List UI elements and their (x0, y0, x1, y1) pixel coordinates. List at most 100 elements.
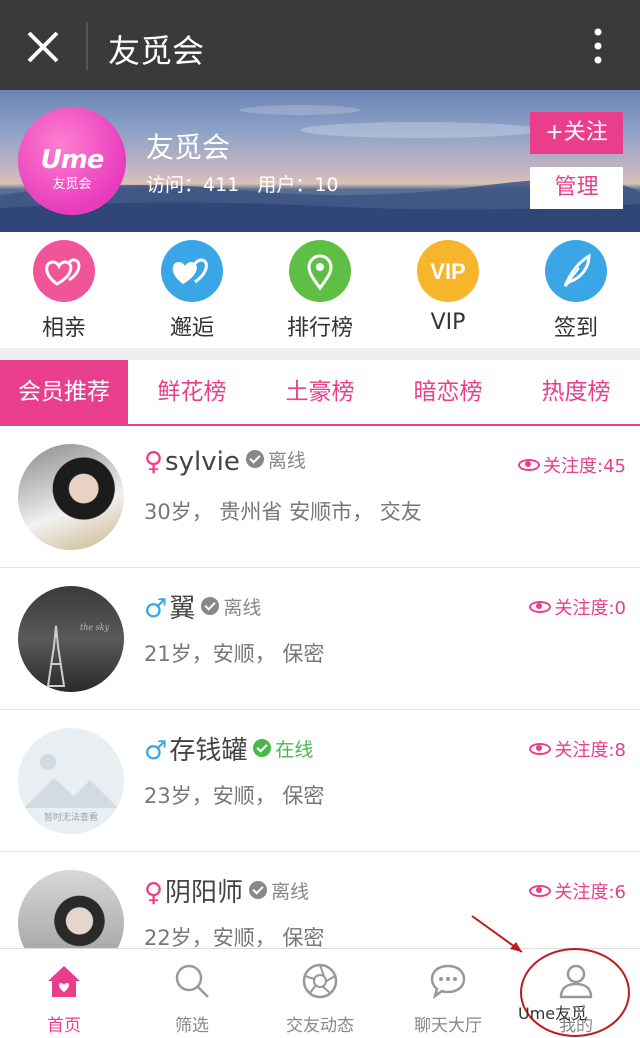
status-badge: 离线 (271, 881, 310, 903)
location-pin-icon (289, 240, 351, 302)
attention-label: 关注度:6 (554, 882, 626, 903)
tab-rich-ranking[interactable]: 土豪榜 (256, 360, 384, 424)
nav-filter[interactable]: 筛选 (128, 949, 256, 1038)
feather-icon (545, 240, 607, 302)
feature-matchmaking[interactable]: 相亲 (0, 240, 128, 342)
tab-flower-ranking[interactable]: 鲜花榜 (128, 360, 256, 424)
feature-label: 排行榜 (286, 316, 353, 341)
logo-subtext: 友觅会 (52, 177, 92, 192)
feature-ranking[interactable]: 排行榜 (256, 240, 384, 342)
heart-double-icon (33, 240, 95, 302)
top-bar: 友觅会 (0, 0, 640, 90)
avatar: 暂时无法查看 (18, 728, 124, 834)
close-icon[interactable] (26, 30, 60, 64)
search-icon (175, 964, 209, 998)
feature-vip[interactable]: VIP VIP (384, 240, 512, 335)
vip-icon: VIP (417, 240, 479, 302)
nav-label: 首页 (47, 1016, 81, 1036)
female-icon: ♀ (144, 447, 164, 477)
member-name-line: ♂翼 离线 (144, 588, 261, 625)
annotation-arrow-icon (471, 915, 523, 953)
nav-home[interactable]: 首页 (0, 949, 128, 1038)
list-item[interactable]: the sky ♂翼 离线 21岁，安顺， 保密 关注度:0 (0, 568, 640, 710)
attention-label: 关注度:0 (554, 598, 626, 619)
divider (86, 22, 88, 70)
logo-text: Ume (40, 145, 105, 175)
avatar-placeholder-text: 暂时无法查看 (44, 811, 98, 823)
member-info: 22岁，安顺， 保密 (144, 926, 325, 948)
feature-checkin[interactable]: 签到 (512, 240, 640, 342)
attention-label: 关注度:8 (554, 740, 626, 761)
member-name: 翼 (169, 594, 196, 624)
feature-row: 相亲 邂逅 排行榜 VIP VIP 签到 (0, 232, 640, 348)
member-info: 23岁，安顺， 保密 (144, 784, 325, 808)
status-badge: 离线 (223, 597, 262, 619)
page-title: 友觅会 (108, 32, 205, 70)
eye-icon (518, 459, 541, 471)
visit-count: 访问：411 (146, 174, 240, 196)
nav-chat[interactable]: 聊天大厅 (384, 949, 512, 1038)
image-placeholder-icon: 暂时无法查看 (24, 754, 118, 823)
feature-encounter[interactable]: 邂逅 (128, 240, 256, 342)
member-name-line: ♂存钱罐 在线 (144, 730, 313, 767)
status-badge: 在线 (275, 739, 314, 761)
status-badge: 离线 (267, 450, 306, 472)
feature-label: VIP (430, 310, 466, 335)
aperture-icon (302, 963, 338, 999)
nav-label: 筛选 (175, 1016, 209, 1036)
section-divider (0, 348, 640, 360)
member-list: ♀sylvie 离线 30岁， 贵州省 安顺市， 交友 关注度:45 the sk… (0, 426, 640, 948)
list-item[interactable]: 暂时无法查看 ♂存钱罐 在线 23岁，安顺， 保密 关注度:8 (0, 710, 640, 852)
member-name-line: ♀阴阳师 离线 (144, 872, 309, 909)
watermark: Ume友觅 (518, 1004, 588, 1023)
member-name: 存钱罐 (169, 736, 248, 766)
tab-popularity-ranking[interactable]: 热度榜 (512, 360, 640, 424)
nav-label: 交友动态 (286, 1016, 354, 1036)
heart-double-icon (161, 240, 223, 302)
svg-text:the sky: the sky (80, 623, 110, 632)
avatar (18, 444, 124, 550)
female-icon: ♀ (144, 878, 164, 908)
feature-label: 签到 (553, 316, 598, 341)
eye-icon (529, 601, 552, 613)
check-icon (249, 881, 268, 899)
home-icon (48, 966, 80, 997)
list-item[interactable]: ♀阴阳师 离线 22岁，安顺， 保密 关注度:6 (0, 852, 640, 948)
avatar (18, 870, 124, 948)
member-name: sylvie (165, 447, 240, 477)
check-icon (245, 450, 264, 468)
attention-count: 关注度:45 (518, 452, 626, 478)
attention-count: 关注度:8 (529, 736, 626, 762)
male-icon: ♂ (144, 736, 168, 766)
member-info: 30岁， 贵州省 安顺市， 交友 (144, 500, 422, 524)
check-icon (253, 739, 272, 757)
manage-button[interactable]: 管理 (530, 167, 623, 209)
svg-text:VIP: VIP (430, 259, 465, 284)
eye-icon (529, 885, 552, 897)
tab-member-recommend[interactable]: 会员推荐 (0, 360, 128, 424)
feature-label: 相亲 (41, 316, 86, 341)
nav-label: 聊天大厅 (414, 1016, 482, 1036)
profile-banner: Ume 友觅会 友觅会 访问：411 用户：10 +关注 管理 (0, 90, 640, 232)
attention-count: 关注度:0 (529, 594, 626, 620)
member-name-line: ♀sylvie 离线 (144, 446, 306, 477)
nav-feed[interactable]: 交友动态 (256, 949, 384, 1038)
check-icon (201, 597, 220, 615)
attention-count: 关注度:6 (529, 878, 626, 904)
tab-crush-ranking[interactable]: 暗恋榜 (384, 360, 512, 424)
follow-button[interactable]: +关注 (530, 112, 623, 154)
user-count: 用户：10 (257, 174, 339, 196)
group-name: 友觅会 (146, 131, 231, 164)
male-icon: ♂ (144, 594, 168, 624)
group-stats: 访问：411 用户：10 (146, 170, 351, 197)
avatar-image: the sky (46, 623, 110, 687)
group-logo: Ume 友觅会 (18, 107, 126, 215)
member-info: 21岁，安顺， 保密 (144, 642, 325, 666)
eye-icon (529, 743, 552, 755)
member-name: 阴阳师 (165, 878, 244, 908)
ranking-tabs: 会员推荐 鲜花榜 土豪榜 暗恋榜 热度榜 (0, 360, 640, 426)
chat-bubble-icon (430, 964, 466, 1000)
avatar: the sky (18, 586, 124, 692)
list-item[interactable]: ♀sylvie 离线 30岁， 贵州省 安顺市， 交友 关注度:45 (0, 426, 640, 568)
more-options-icon[interactable] (586, 26, 610, 66)
